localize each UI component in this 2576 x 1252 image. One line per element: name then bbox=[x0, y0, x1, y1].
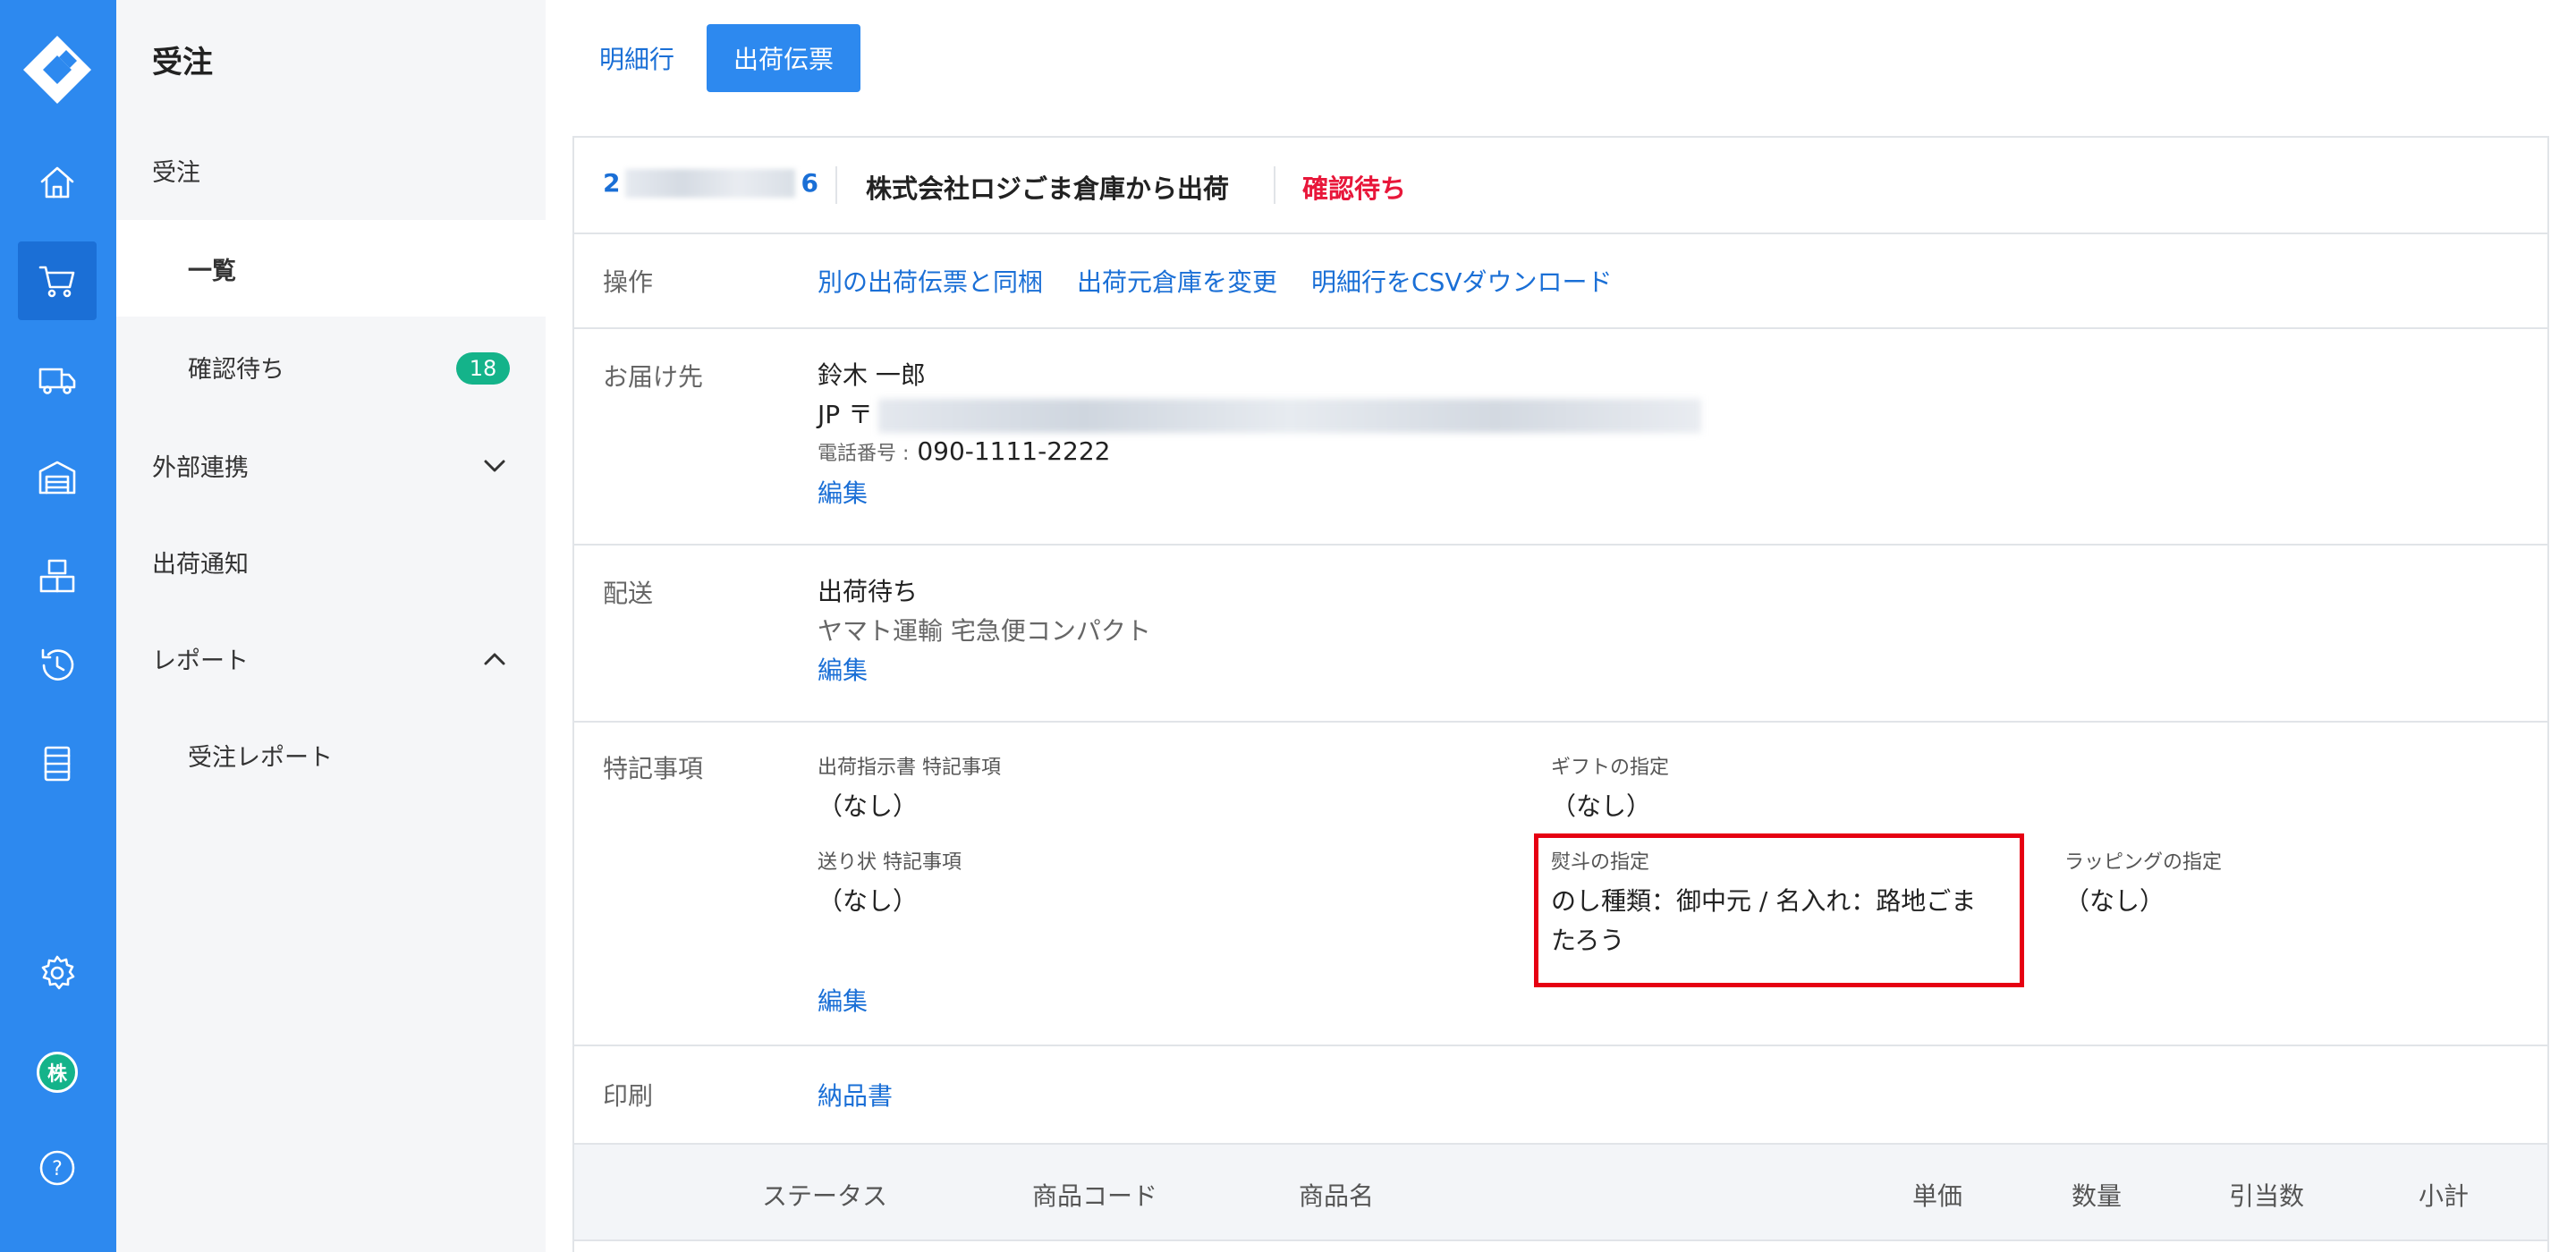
count-badge: 18 bbox=[456, 352, 510, 385]
operations-row: 操作 別の出荷伝票と同梱 出荷元倉庫を変更 明細行をCSVダウンロード bbox=[574, 234, 2547, 329]
column-header-status[interactable]: ステータス bbox=[762, 1177, 887, 1213]
sidebar-item-label: レポート bbox=[152, 647, 249, 675]
invoice-note-label: 送り状 特記事項 bbox=[818, 851, 962, 874]
truck-icon[interactable] bbox=[18, 340, 97, 419]
gear-icon[interactable] bbox=[18, 934, 97, 1012]
sidebar-item-label: 一覧 bbox=[188, 257, 236, 285]
wrapping-label: ラッピングの指定 bbox=[2064, 851, 2223, 874]
icon-rail: 株 ? bbox=[0, 0, 116, 1252]
invoice-note-value: （なし） bbox=[818, 886, 919, 916]
download-csv-link[interactable]: 明細行をCSVダウンロード bbox=[1311, 263, 1612, 299]
operations-links: 別の出荷伝票と同梱 出荷元倉庫を変更 明細行をCSVダウンロード bbox=[818, 263, 1613, 299]
column-header-allocated[interactable]: 引当数 bbox=[2229, 1177, 2304, 1213]
sidebar-item-label: 出荷通知 bbox=[152, 550, 249, 579]
sidebar-item-orders[interactable]: 受注 bbox=[116, 122, 546, 218]
print-row: 印刷 納品書 bbox=[574, 1046, 2547, 1145]
redacted-address bbox=[878, 399, 1702, 433]
address-prefix: JP 〒 bbox=[818, 400, 874, 429]
noshi-highlight-box bbox=[1534, 833, 2024, 987]
tab-shipping-slip[interactable]: 出荷伝票 bbox=[707, 24, 861, 92]
list-icon[interactable] bbox=[18, 724, 97, 803]
recipient-name: 鈴木 一郎 bbox=[818, 360, 926, 390]
avatar[interactable]: 株 bbox=[37, 1052, 78, 1093]
divider bbox=[1274, 166, 1275, 204]
sidebar-title: 受注 bbox=[152, 45, 213, 80]
logo-icon[interactable] bbox=[20, 32, 95, 107]
recipient-phone: 電話番号 : 090-1111-2222 bbox=[818, 436, 1110, 466]
shipping-slip-card: 2 6 株式会社ロジごま倉庫から出荷 確認待ち 操作 別の出荷伝票と同梱 出荷元… bbox=[572, 136, 2549, 1252]
slip-id-prefix: 2 bbox=[603, 168, 621, 198]
cart-icon[interactable] bbox=[18, 241, 97, 320]
origin-warehouse: 株式会社ロジごま倉庫から出荷 bbox=[866, 173, 1230, 204]
sidebar-item-shipping-notice[interactable]: 出荷通知 bbox=[116, 513, 546, 610]
sidebar: 受注 受注 一覧 確認待ち 18 外部連携 出荷通知 レポート 受注レポート bbox=[116, 0, 546, 1252]
notes-label: 特記事項 bbox=[603, 754, 704, 783]
change-warehouse-link[interactable]: 出荷元倉庫を変更 bbox=[1077, 263, 1277, 299]
sidebar-item-pending[interactable]: 確認待ち 18 bbox=[116, 318, 546, 415]
status-badge: 確認待ち bbox=[1302, 173, 1407, 204]
column-header-quantity[interactable]: 数量 bbox=[2072, 1177, 2122, 1213]
slip-id[interactable]: 2 6 bbox=[603, 168, 818, 198]
shipping-instruction-label: 出荷指示書 特記事項 bbox=[818, 757, 1001, 779]
column-header-unit-price[interactable]: 単価 bbox=[1912, 1177, 1962, 1213]
recipient-address: JP 〒 bbox=[818, 395, 1702, 433]
delivery-row: 配送 出荷待ち ヤマト運輸 宅急便コンパクト 編集 bbox=[574, 546, 2547, 723]
delivery-method: ヤマト運輸 宅急便コンパクト bbox=[818, 616, 1151, 646]
svg-text:?: ? bbox=[52, 1158, 63, 1180]
delivery-note-link[interactable]: 納品書 bbox=[818, 1077, 893, 1112]
column-header-product-code[interactable]: 商品コード bbox=[1032, 1177, 1157, 1213]
gift-label: ギフトの指定 bbox=[1551, 757, 1670, 779]
operations-label: 操作 bbox=[603, 267, 654, 297]
history-icon[interactable] bbox=[18, 626, 97, 705]
print-label: 印刷 bbox=[603, 1081, 654, 1111]
slip-id-suffix: 6 bbox=[801, 168, 818, 198]
sidebar-item-label: 受注レポート bbox=[188, 743, 333, 772]
column-header-subtotal[interactable]: 小計 bbox=[2419, 1177, 2469, 1213]
sidebar-item-order-report[interactable]: 受注レポート bbox=[116, 706, 546, 803]
slip-header: 2 6 株式会社ロジごま倉庫から出荷 確認待ち bbox=[574, 138, 2547, 234]
sidebar-item-label: 受注 bbox=[152, 158, 200, 187]
home-icon[interactable] bbox=[18, 143, 97, 222]
destination-label: お届け先 bbox=[603, 362, 704, 392]
line-items-table-header: ステータス 商品コード 商品名 単価 数量 引当数 小計 bbox=[574, 1145, 2547, 1241]
phone-value: 090-1111-2222 bbox=[917, 436, 1111, 466]
chevron-down-icon bbox=[481, 453, 508, 479]
sidebar-item-label: 外部連携 bbox=[152, 453, 249, 482]
edit-destination-link[interactable]: 編集 bbox=[818, 474, 868, 510]
chevron-up-icon bbox=[481, 646, 508, 673]
tab-bar: 明細行 出荷伝票 bbox=[572, 24, 861, 92]
sidebar-item-list[interactable]: 一覧 bbox=[116, 220, 546, 317]
shipping-instruction-value: （なし） bbox=[818, 791, 919, 821]
sidebar-item-label: 確認待ち bbox=[188, 355, 284, 384]
bundle-link[interactable]: 別の出荷伝票と同梱 bbox=[818, 263, 1043, 299]
sidebar-item-reports[interactable]: レポート bbox=[116, 610, 546, 706]
delivery-label: 配送 bbox=[603, 579, 654, 608]
divider bbox=[835, 166, 837, 204]
edit-delivery-link[interactable]: 編集 bbox=[818, 651, 868, 687]
destination-row: お届け先 鈴木 一郎 JP 〒 電話番号 : 090-1111-2222 編集 bbox=[574, 329, 2547, 546]
edit-notes-link[interactable]: 編集 bbox=[818, 982, 868, 1018]
sidebar-item-integrations[interactable]: 外部連携 bbox=[116, 417, 546, 513]
tab-line-items[interactable]: 明細行 bbox=[572, 24, 701, 92]
wrapping-value: （なし） bbox=[2064, 886, 2165, 916]
column-header-product-name[interactable]: 商品名 bbox=[1299, 1177, 1374, 1213]
help-icon[interactable]: ? bbox=[18, 1129, 97, 1207]
phone-label: 電話番号 : bbox=[818, 443, 910, 465]
delivery-status: 出荷待ち bbox=[818, 577, 919, 606]
warehouse-icon[interactable] bbox=[18, 438, 97, 517]
redacted-id bbox=[625, 168, 796, 198]
gift-value: （なし） bbox=[1551, 791, 1652, 821]
boxes-icon[interactable] bbox=[18, 537, 97, 615]
